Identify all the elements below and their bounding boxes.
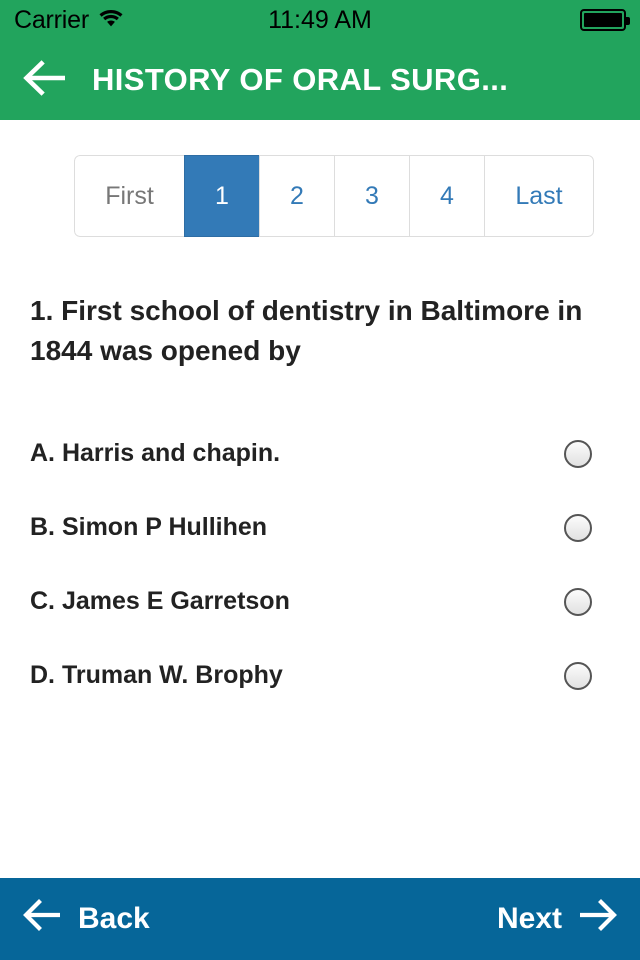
quiz-content: First 1 2 3 4 Last 1. First school of de… (0, 120, 640, 878)
quiz-app-screen: Carrier 11:49 AM HISTORY OF ORAL SURG...… (0, 0, 640, 960)
question-text: 1. First school of dentistry in Baltimor… (30, 295, 583, 366)
option-row-b[interactable]: B. Simon P Hullihen (0, 491, 640, 565)
arrow-left-icon (21, 59, 71, 102)
radio-button-b[interactable] (564, 513, 592, 542)
radio-button-a[interactable] (564, 439, 592, 468)
pagination: First 1 2 3 4 Last (74, 155, 594, 237)
nav-back-button[interactable] (0, 59, 92, 102)
back-button[interactable]: Back (22, 899, 150, 939)
nav-bar: HISTORY OF ORAL SURG... (0, 40, 640, 120)
pagination-wrapper: First 1 2 3 4 Last (0, 120, 640, 237)
status-bar-left: Carrier (14, 6, 124, 35)
page-title: HISTORY OF ORAL SURG... (92, 62, 509, 97)
next-button[interactable]: Next (497, 899, 618, 939)
battery-full-icon (580, 9, 630, 31)
option-row-c[interactable]: C. James E Garretson (0, 565, 640, 639)
options-list: A. Harris and chapin. B. Simon P Hullihe… (0, 417, 640, 713)
option-label-d: D. Truman W. Brophy (30, 661, 283, 689)
option-row-d[interactable]: D. Truman W. Brophy (0, 639, 640, 713)
back-button-label: Back (78, 902, 150, 935)
radio-button-c[interactable] (564, 587, 592, 616)
arrow-left-icon (22, 899, 64, 939)
pagination-first[interactable]: First (74, 155, 184, 237)
pagination-last[interactable]: Last (484, 155, 594, 237)
pagination-page-4[interactable]: 4 (409, 155, 484, 237)
radio-button-d[interactable] (564, 661, 592, 690)
pagination-page-3[interactable]: 3 (334, 155, 409, 237)
option-row-a[interactable]: A. Harris and chapin. (0, 417, 640, 491)
arrow-right-icon (576, 899, 618, 939)
option-label-a: A. Harris and chapin. (30, 439, 281, 467)
option-label-c: C. James E Garretson (30, 587, 290, 615)
next-button-label: Next (496, 902, 562, 935)
pagination-page-2[interactable]: 2 (259, 155, 334, 237)
carrier-label: Carrier (14, 5, 89, 34)
option-label-b: B. Simon P Hullihen (30, 513, 268, 541)
pagination-page-1[interactable]: 1 (184, 155, 259, 237)
status-bar: Carrier 11:49 AM (0, 0, 640, 40)
wifi-icon (98, 8, 124, 33)
status-bar-right (580, 9, 630, 31)
bottom-navigation-bar: Back Next (0, 878, 640, 960)
